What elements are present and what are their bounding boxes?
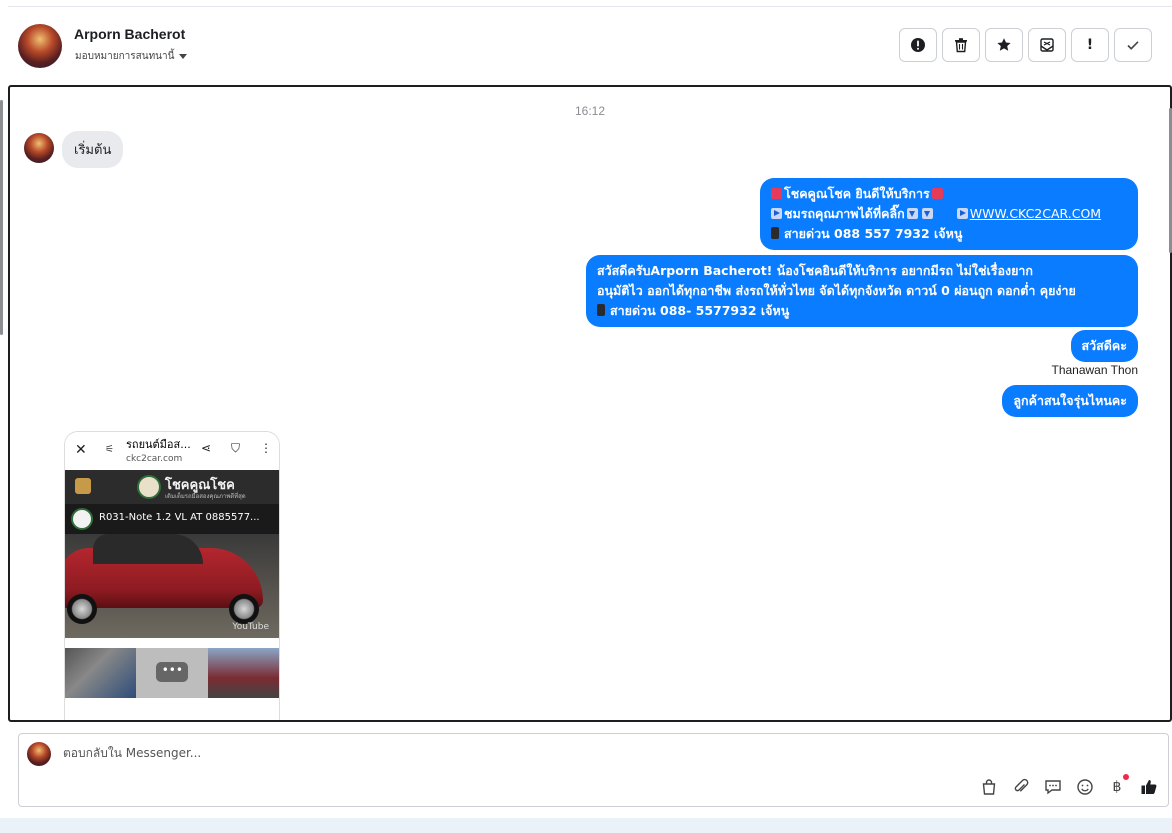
composer-tools: ฿ [980, 774, 1158, 796]
star-icon [997, 38, 1011, 51]
outgoing-message[interactable]: สวัสดีครับArporn Bacherot! น้องโชคยินดีใ… [586, 255, 1138, 327]
delete-button[interactable] [942, 28, 980, 62]
reply-input[interactable] [63, 746, 963, 760]
notification-dot [1123, 774, 1129, 780]
site-header: โชคคูณโชค เติมเต็มรถมือสองคุณภาพดีที่สุด [65, 470, 279, 504]
outgoing-message[interactable]: โชคคูณโชค ยินดีให้บริการ ชมรถคุณภาพได้ที… [760, 178, 1138, 250]
message-line: ชมรถคุณภาพได้ที่คลิ๊ก [784, 206, 905, 221]
share-icon: ⋖ [201, 441, 212, 455]
message-line: สายด่วน 088 557 7932 เจ้หนู [784, 226, 963, 241]
shopping-bag-icon [982, 779, 996, 795]
conversation-toolbar: ! [899, 28, 1152, 62]
browser-bar: ✕ ⚟ รถยนต์มือส... ckc2car.com ⋖ ⛉ ⋮ [65, 432, 279, 470]
bottom-band [0, 818, 1172, 833]
red-square-emoji-icon [771, 188, 782, 199]
play-arrow-emoji-icon [771, 208, 782, 219]
contact-avatar[interactable] [18, 24, 62, 68]
thumbnail [65, 648, 137, 698]
message-timestamp: 16:12 [574, 104, 606, 118]
thumbnail [207, 648, 279, 698]
car-wheel [67, 594, 97, 624]
video-title: R031-Note 1.2 VL AT 0885577... [99, 512, 260, 523]
tune-icon: ⚟ [105, 444, 114, 455]
assign-conversation-label: มอบหมายการสนทนานี้ [75, 51, 175, 62]
star-button[interactable] [985, 28, 1023, 62]
close-icon: ✕ [75, 442, 87, 458]
page-url: ckc2car.com [126, 454, 183, 464]
message-thread[interactable]: 16:12 เริ่มต้น โชคคูณโชค ยินดีให้บริการ … [8, 85, 1172, 722]
down-arrow-emoji-icon [921, 208, 933, 219]
baht-icon: ฿ [1112, 779, 1122, 795]
sender-name: Thanawan Thon [1051, 363, 1138, 377]
contact-name[interactable]: Arporn Bacherot [74, 26, 185, 42]
more-vertical-icon: ⋮ [260, 441, 272, 455]
down-arrow-emoji-icon [906, 208, 918, 219]
chat-bubble-icon [1045, 780, 1061, 795]
website-link[interactable]: WWW.CKC2CAR.COM [970, 206, 1101, 221]
shared-image[interactable]: ✕ ⚟ รถยนต์มือส... ckc2car.com ⋖ ⛉ ⋮ โชคค… [64, 431, 280, 720]
page-title: รถยนต์มือส... [126, 438, 191, 451]
attach-button[interactable] [1012, 778, 1030, 796]
alert-circle-icon [911, 38, 925, 52]
bookmark-icon: ⛉ [231, 441, 241, 455]
play-arrow-emoji-icon [956, 208, 968, 219]
youtube-logo: YouTube [232, 622, 269, 632]
mark-done-button[interactable] [1114, 28, 1152, 62]
phone-emoji-icon [597, 304, 605, 316]
mark-unread-button[interactable] [1028, 28, 1066, 62]
payment-button[interactable]: ฿ [1108, 774, 1129, 796]
thumbs-up-icon [1141, 780, 1157, 794]
reply-composer: ฿ [18, 733, 1169, 807]
saved-replies-button[interactable] [1044, 778, 1062, 796]
brand-logo-icon [137, 475, 161, 499]
mark-important-button[interactable]: ! [1071, 28, 1109, 62]
outgoing-message[interactable]: สวัสดีคะ [1070, 330, 1138, 362]
phone-emoji-icon [771, 227, 779, 239]
contact-avatar-small [24, 133, 54, 163]
conversation-header: Arporn Bacherot มอบหมายการสนทนานี้ ! [8, 6, 1172, 84]
left-scrollbar[interactable] [0, 100, 3, 335]
thumbnail-strip: ••• [65, 648, 279, 698]
caret-down-icon [179, 54, 188, 59]
outgoing-message[interactable]: ลูกค้าสนใจรุ่นไหนคะ [1002, 385, 1138, 417]
message-line: สวัสดีครับArporn Bacherot! น้องโชคยินดีใ… [597, 263, 1033, 278]
check-icon [1127, 41, 1139, 50]
thumbnail: ••• [136, 648, 208, 698]
emoji-button[interactable] [1076, 778, 1094, 796]
incoming-message[interactable]: เริ่มต้น [62, 131, 124, 168]
message-line: สายด่วน 088- 5577932 เจ้หนู [610, 303, 790, 318]
mail-icon [1040, 38, 1054, 52]
channel-logo-icon [71, 508, 93, 530]
page-avatar [27, 742, 51, 766]
message-line: อนุมัติไว ออกได้ทุกอาชีพ ส่งรถให้ทั่วไทย… [597, 283, 1076, 298]
car-wheel [229, 594, 259, 624]
trash-icon [955, 38, 967, 53]
site-tagline: เติมเต็มรถมือสองคุณภาพดีที่สุด [165, 493, 246, 500]
more-button: ••• [156, 662, 189, 682]
menu-icon [75, 478, 91, 494]
paperclip-icon [1014, 778, 1029, 792]
assign-conversation-dropdown[interactable]: มอบหมายการสนทนานี้ [75, 49, 188, 64]
shop-button[interactable] [980, 778, 998, 796]
important-label: ! [1086, 37, 1094, 53]
red-square-emoji-icon [931, 188, 943, 199]
video-thumbnail: R031-Note 1.2 VL AT 0885577... YouTube [65, 504, 279, 638]
thread-scrollbar[interactable] [1168, 92, 1172, 712]
mark-spam-button[interactable] [899, 28, 937, 62]
smiley-icon [1077, 779, 1093, 795]
message-line: โชคคูณโชค ยินดีให้บริการ [784, 186, 930, 201]
like-button[interactable] [1140, 778, 1158, 796]
